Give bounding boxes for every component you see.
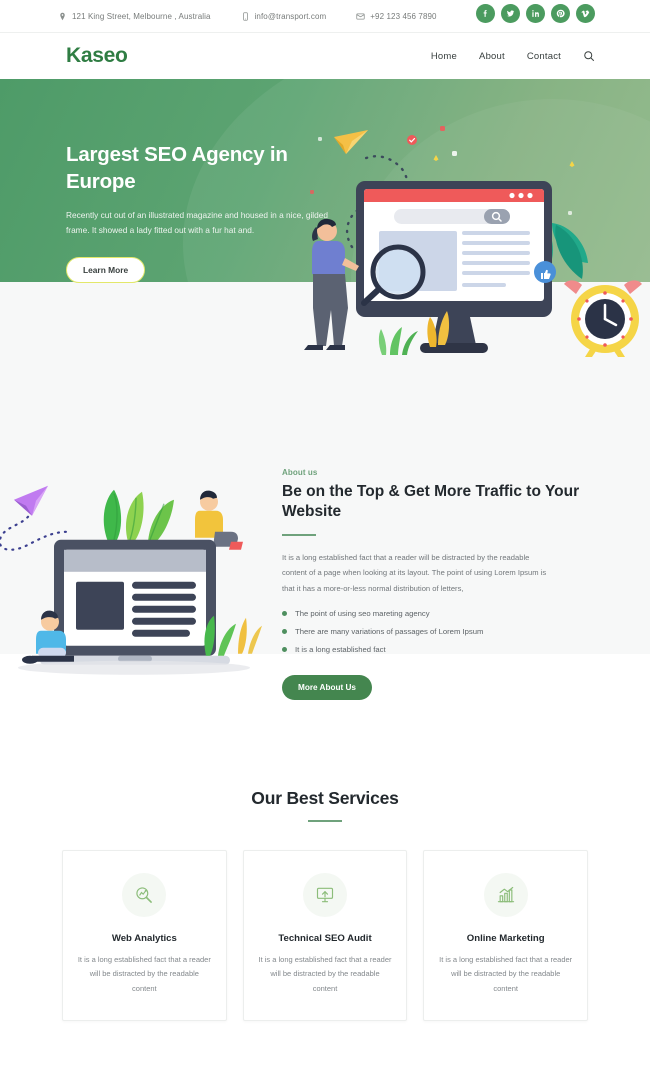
hero-title: Largest SEO Agency in Europe [66,143,288,194]
services-section: Our Best Services Web Analytics It is a … [0,765,650,1022]
card-icon-wrapper [122,872,167,917]
list-item: There are many variations of passages of… [282,627,628,636]
bullet-dot-icon [282,628,287,634]
twitter-icon [506,10,515,17]
about-divider [282,533,316,536]
services-grid: Web Analytics It is a long established f… [0,849,650,1022]
linkedin-icon [532,10,539,17]
card-icon-wrapper [483,872,528,917]
bullet-text: There are many variations of passages of… [295,626,484,636]
service-card-technical-seo-audit[interactable]: Technical SEO Audit It is a long establi… [242,849,408,1022]
social-twitter[interactable] [501,4,520,23]
address-item: 121 King Street, Melbourne , Australia [58,12,211,21]
search-icon[interactable] [583,50,595,62]
social-links [476,4,595,23]
social-linkedin[interactable] [526,4,545,23]
services-header: Our Best Services [0,788,650,822]
nav-item-about[interactable]: About [479,51,505,62]
about-section: About us Be on the Top & Get More Traffi… [0,414,650,766]
analytics-magnifier-icon [136,886,153,903]
phone-text: +92 123 456 7890 [370,11,437,21]
social-facebook[interactable] [476,4,495,23]
about-eyebrow: About us [282,468,318,477]
about-paragraph: It is a long established fact that a rea… [282,552,547,594]
nav-menu: Home About Contact [431,50,595,62]
bullet-dot-icon [282,646,287,652]
card-title: Technical SEO Audit [278,932,372,944]
hero-section: Largest SEO Agency in Europe Recently cu… [0,79,650,414]
about-text-block: About us Be on the Top & Get More Traffi… [268,456,628,700]
location-pin-icon [60,12,65,20]
facebook-icon [483,10,487,17]
social-pinterest[interactable] [551,4,570,23]
main-navbar: Kaseo Home About Contact [0,33,650,79]
nav-item-home[interactable]: Home [431,51,457,62]
about-bullet-list: The point of using seo mareting agency T… [282,609,628,654]
site-logo[interactable]: Kaseo [66,44,128,68]
service-card-web-analytics[interactable]: Web Analytics It is a long established f… [62,849,227,1022]
card-icon-wrapper [303,872,347,917]
card-title: Online Marketing [466,932,545,944]
more-about-us-button[interactable]: More About Us [282,674,372,700]
bullet-text: The point of using seo mareting agency [295,608,430,618]
learn-more-button[interactable]: Learn More [66,256,146,283]
vimeo-icon [581,10,590,18]
list-item: It is a long established fact [282,645,628,654]
mobile-icon [242,11,248,21]
top-info-bar: 121 King Street, Melbourne , Australia i… [0,0,650,33]
laptop-team-illustration [0,485,262,675]
top-contact-group: 121 King Street, Melbourne , Australia i… [0,12,437,21]
about-title: Be on the Top & Get More Traffic to Your… [282,483,580,521]
hero-subtitle: Recently cut out of an illustrated magaz… [66,210,328,236]
social-vimeo[interactable] [576,4,595,23]
bar-chart-growth-icon [497,886,514,902]
bullet-dot-icon [282,610,287,616]
card-description: It is a long established fact that a rea… [258,954,392,993]
pinterest-icon [556,9,565,18]
landing-page: 121 King Street, Melbourne , Australia i… [0,0,650,1086]
envelope-icon [356,13,365,19]
card-description: It is a long established fact that a rea… [439,954,573,993]
email-text: info@transport.com [254,11,327,21]
bullet-text: It is a long established fact [295,644,386,654]
address-text: 121 King Street, Melbourne , Australia [72,11,211,21]
email-item[interactable]: info@transport.com [241,12,327,21]
hero-copy: Largest SEO Agency in Europe Recently cu… [66,141,331,283]
seo-monitor-illustration [304,126,642,357]
about-inner: About us Be on the Top & Get More Traffi… [0,456,650,700]
card-title: Web Analytics [111,932,177,944]
seo-audit-monitor-icon [316,887,334,902]
nav-item-contact[interactable]: Contact [527,51,561,62]
services-divider [308,819,342,822]
list-item: The point of using seo mareting agency [282,609,628,618]
service-card-online-marketing[interactable]: Online Marketing It is a long establishe… [423,849,589,1022]
phone-item[interactable]: +92 123 456 7890 [356,11,437,21]
card-description: It is a long established fact that a rea… [77,954,211,993]
services-title: Our Best Services [251,787,399,808]
